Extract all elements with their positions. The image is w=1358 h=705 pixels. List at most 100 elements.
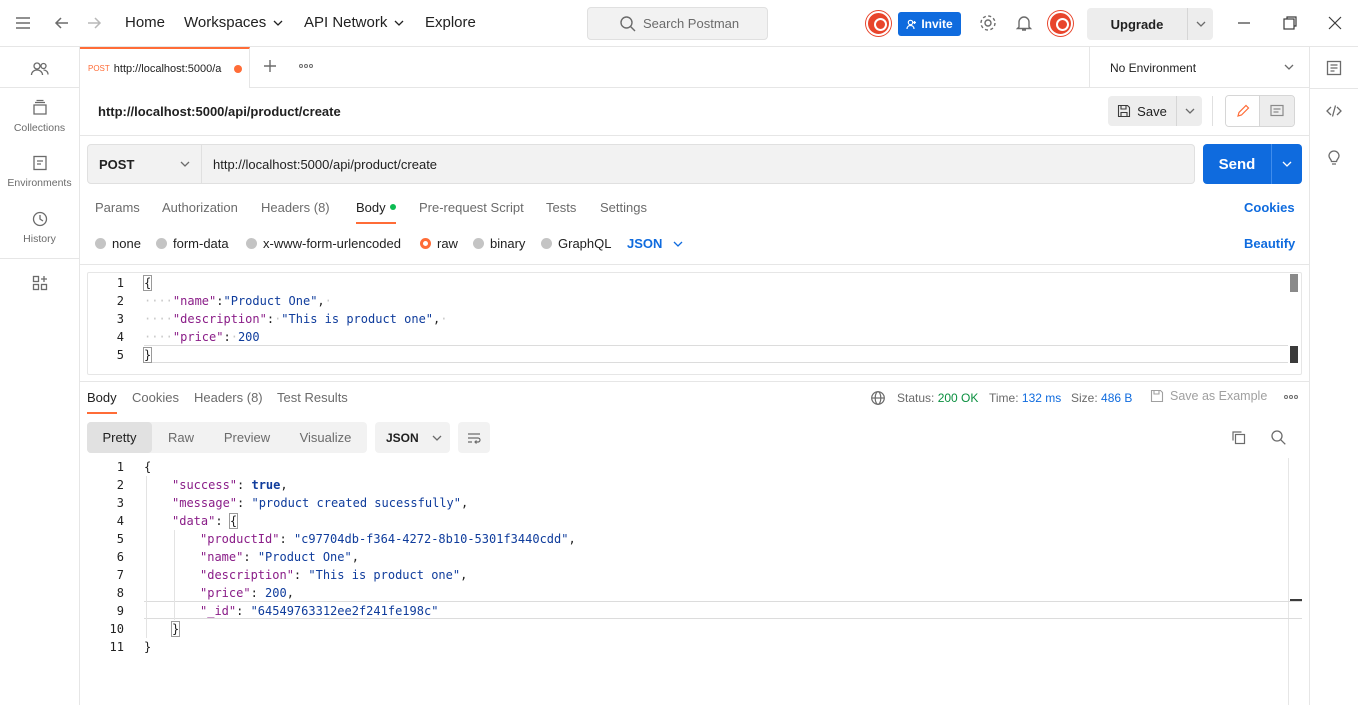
more-tabs-icon[interactable] xyxy=(297,57,315,75)
minimize-icon[interactable] xyxy=(1233,12,1255,34)
radio-graphql[interactable]: GraphQL xyxy=(541,236,611,251)
indent-guide xyxy=(174,530,175,620)
response-tab-body[interactable]: Body xyxy=(87,390,117,414)
sidebar-item-environments[interactable]: Environments xyxy=(0,154,79,189)
line-number: 2 xyxy=(88,292,124,310)
sidebar-item-history[interactable]: History xyxy=(0,210,79,245)
save-button[interactable]: Save xyxy=(1108,96,1176,126)
code-icon[interactable] xyxy=(1325,102,1343,120)
avatar[interactable] xyxy=(866,11,891,36)
radio-circle-selected xyxy=(420,238,431,249)
response-size[interactable]: Size: 486 B xyxy=(1071,391,1132,405)
search-icon[interactable] xyxy=(1270,429,1287,446)
request-title[interactable]: http://localhost:5000/api/product/create xyxy=(98,104,341,119)
request-tab[interactable]: POST http://localhost:5000/a xyxy=(80,47,250,88)
back-arrow-icon[interactable] xyxy=(51,12,73,34)
nav-home[interactable]: Home xyxy=(125,14,165,31)
more-options-icon[interactable] xyxy=(1282,389,1300,405)
lightbulb-icon[interactable] xyxy=(1325,149,1343,167)
divider xyxy=(0,87,79,88)
tab-pre-request-script[interactable]: Pre-request Script xyxy=(419,200,524,224)
line-number: 8 xyxy=(88,584,124,602)
sidebar-item-collections[interactable]: Collections xyxy=(0,99,79,134)
response-scrollbar[interactable] xyxy=(1288,458,1302,705)
save-dropdown[interactable] xyxy=(1176,96,1202,126)
view-pretty[interactable]: Pretty xyxy=(87,422,152,453)
code-line: } xyxy=(144,638,151,656)
divider xyxy=(0,258,79,259)
save-as-example-button[interactable]: Save as Example xyxy=(1150,389,1267,403)
response-status[interactable]: Status: 200 OK xyxy=(897,391,978,405)
tab-tests[interactable]: Tests xyxy=(546,200,576,224)
response-time[interactable]: Time: 132 ms xyxy=(989,391,1061,405)
radio-label: form-data xyxy=(173,236,229,251)
bell-icon[interactable] xyxy=(1013,12,1035,34)
close-icon[interactable] xyxy=(1324,12,1346,34)
gear-icon[interactable] xyxy=(977,12,999,34)
code-line: ····"price":·200 xyxy=(144,328,260,346)
tab-body[interactable]: Body xyxy=(356,200,396,224)
documentation-mode-button[interactable] xyxy=(1260,96,1294,126)
restore-icon[interactable] xyxy=(1279,12,1301,34)
request-tab-strip: POST http://localhost:5000/a No Environm… xyxy=(80,47,1309,88)
avatar[interactable] xyxy=(1048,11,1073,36)
globe-icon[interactable] xyxy=(870,390,886,406)
radio-none[interactable]: none xyxy=(95,236,141,251)
upgrade-button[interactable]: Upgrade xyxy=(1087,8,1187,40)
view-visualize[interactable]: Visualize xyxy=(284,422,367,453)
code-line: ····"description":·"This is product one"… xyxy=(144,310,447,328)
tab-headers[interactable]: Headers (8) xyxy=(261,200,330,224)
tab-params[interactable]: Params xyxy=(95,200,140,224)
edit-mode-button[interactable] xyxy=(1226,96,1260,126)
copy-icon[interactable] xyxy=(1230,429,1247,446)
response-format-select[interactable]: JSON xyxy=(375,422,450,453)
forward-arrow-icon[interactable] xyxy=(83,12,105,34)
view-preview[interactable]: Preview xyxy=(210,422,284,453)
response-tab-cookies[interactable]: Cookies xyxy=(132,390,179,414)
chevron-down-icon xyxy=(272,17,284,29)
response-tab-test-results[interactable]: Test Results xyxy=(277,390,348,414)
url-input[interactable] xyxy=(202,144,1195,184)
nav-workspaces[interactable]: Workspaces xyxy=(184,14,284,31)
code-line: "price": 200, xyxy=(200,584,294,602)
beautify-link[interactable]: Beautify xyxy=(1244,236,1295,251)
environment-quicklook-icon[interactable] xyxy=(1325,59,1343,77)
invite-button[interactable]: Invite xyxy=(898,12,961,36)
code-line: { xyxy=(144,458,151,476)
upgrade-dropdown[interactable] xyxy=(1187,8,1213,40)
nav-api-network[interactable]: API Network xyxy=(304,14,405,31)
body-format-select[interactable]: JSON xyxy=(627,236,684,251)
body-format-label: JSON xyxy=(627,236,662,251)
send-button[interactable]: Send xyxy=(1203,144,1271,184)
new-tab-plus-icon[interactable] xyxy=(261,57,279,75)
nav-explore[interactable]: Explore xyxy=(425,14,476,31)
radio-form-data[interactable]: form-data xyxy=(156,236,229,251)
radio-binary[interactable]: binary xyxy=(473,236,525,251)
chevron-down-icon xyxy=(179,158,191,170)
radio-raw[interactable]: raw xyxy=(420,236,458,251)
send-dropdown[interactable] xyxy=(1271,144,1302,184)
editor-scrollbar-marker xyxy=(1290,346,1298,363)
collections-icon xyxy=(31,99,49,117)
environment-selector[interactable]: No Environment xyxy=(1089,47,1309,88)
sidebar-item-apps[interactable] xyxy=(0,274,79,297)
editor-scrollbar-thumb[interactable] xyxy=(1290,274,1298,292)
tab-settings[interactable]: Settings xyxy=(600,200,647,224)
tab-method: POST xyxy=(88,64,110,73)
code-line: "productId": "c97704db-f364-4272-8b10-53… xyxy=(200,530,576,548)
view-raw[interactable]: Raw xyxy=(152,422,210,453)
search-bar[interactable]: Search Postman xyxy=(587,7,768,40)
status-label: Status: xyxy=(897,391,934,405)
radio-x-www-form-urlencoded[interactable]: x-www-form-urlencoded xyxy=(246,236,401,251)
line-number: 4 xyxy=(88,328,124,346)
tab-authorization[interactable]: Authorization xyxy=(162,200,238,224)
cookies-link[interactable]: Cookies xyxy=(1244,200,1295,215)
method-select[interactable]: POST xyxy=(87,144,202,184)
menu-icon[interactable] xyxy=(12,12,34,34)
environments-icon xyxy=(31,154,49,172)
sidebar-item-team[interactable] xyxy=(0,59,79,84)
wrap-lines-button[interactable] xyxy=(458,422,490,453)
response-tab-headers[interactable]: Headers (8) xyxy=(194,390,263,414)
chevron-down-icon xyxy=(431,432,443,444)
radio-circle xyxy=(541,238,552,249)
